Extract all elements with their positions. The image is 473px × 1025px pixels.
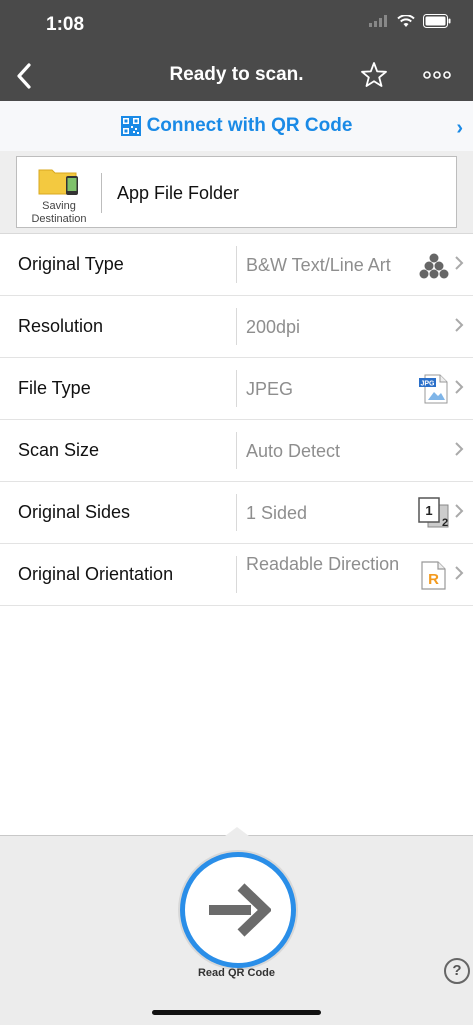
saving-destination-label: App File Folder xyxy=(117,183,240,203)
setting-row-original-orientation[interactable]: Original Orientation Readable Direction … xyxy=(0,544,473,606)
divider xyxy=(236,246,237,283)
cellular-signal-icon xyxy=(369,15,387,27)
battery-icon xyxy=(423,14,451,28)
setting-value: 1 Sided xyxy=(246,503,308,523)
setting-value: JPEG xyxy=(246,379,294,399)
qr-code-icon xyxy=(120,116,141,136)
saving-destination-button[interactable]: Saving Destination App File Folder xyxy=(16,156,457,228)
chevron-right-icon xyxy=(455,504,464,518)
read-qr-code-label: Read QR Code xyxy=(197,967,275,979)
setting-label: Original Sides xyxy=(18,502,131,522)
help-button[interactable]: ? xyxy=(444,958,470,984)
divider xyxy=(236,370,237,407)
status-icons xyxy=(369,14,451,28)
sides-icon: 1 2 xyxy=(418,497,449,529)
sides-icon-text-2: 2 xyxy=(442,517,448,529)
home-indicator xyxy=(152,1010,321,1015)
settings-list: Original Type B&W Text/Line Art Resoluti… xyxy=(0,233,473,606)
sides-icon-text-1: 1 xyxy=(425,503,432,518)
setting-value: B&W Text/Line Art xyxy=(246,255,391,275)
divider xyxy=(236,432,237,469)
folder-phone-icon xyxy=(38,169,78,195)
chevron-right-icon xyxy=(455,442,464,456)
saving-destination-caption: Saving Destination xyxy=(31,200,87,225)
chevron-right-icon xyxy=(455,380,464,394)
divider xyxy=(101,173,102,213)
chevron-right-icon xyxy=(455,566,464,580)
setting-label: Original Type xyxy=(18,254,124,274)
page-title: Ready to scan. xyxy=(169,64,304,85)
setting-label: Scan Size xyxy=(18,440,100,460)
setting-value: Readable Direction xyxy=(246,554,400,574)
setting-row-original-sides[interactable]: Original Sides 1 Sided 1 2 xyxy=(0,482,473,544)
read-qr-code-button[interactable] xyxy=(180,852,296,968)
wifi-icon xyxy=(397,14,415,27)
more-options-icon[interactable] xyxy=(422,66,452,84)
connect-qr-button[interactable]: Connect with QR Code › xyxy=(0,101,473,152)
setting-label: Original Orientation xyxy=(18,564,174,584)
color-dots-icon xyxy=(419,253,449,279)
setting-row-resolution[interactable]: Resolution 200dpi xyxy=(0,296,473,358)
chevron-right-icon xyxy=(455,256,464,270)
chevron-right-icon: › xyxy=(456,117,463,139)
readable-icon-text: R xyxy=(428,571,439,588)
divider xyxy=(236,308,237,345)
readable-direction-icon: R xyxy=(421,561,446,590)
setting-label: Resolution xyxy=(18,316,104,336)
jpg-icon-text: JPG xyxy=(420,380,435,387)
jpg-file-icon: JPG xyxy=(419,374,448,404)
panel-notch xyxy=(225,827,249,836)
header-bar: 1:08 Ready to scan. xyxy=(0,0,473,101)
setting-row-scan-size[interactable]: Scan Size Auto Detect xyxy=(0,420,473,482)
setting-row-file-type[interactable]: File Type JPEG JPG xyxy=(0,358,473,420)
arrow-right-icon xyxy=(209,883,271,937)
star-icon[interactable] xyxy=(360,61,388,89)
saving-destination-section: Saving Destination App File Folder xyxy=(0,151,473,233)
setting-value: 200dpi xyxy=(246,317,301,337)
setting-row-original-type[interactable]: Original Type B&W Text/Line Art xyxy=(0,234,473,296)
status-time: 1:08 xyxy=(46,14,85,35)
setting-label: File Type xyxy=(18,378,91,398)
connect-qr-label: Connect with QR Code xyxy=(146,115,353,136)
setting-value: Auto Detect xyxy=(246,441,341,461)
chevron-right-icon xyxy=(455,318,464,332)
divider xyxy=(236,494,237,531)
divider xyxy=(236,556,237,593)
